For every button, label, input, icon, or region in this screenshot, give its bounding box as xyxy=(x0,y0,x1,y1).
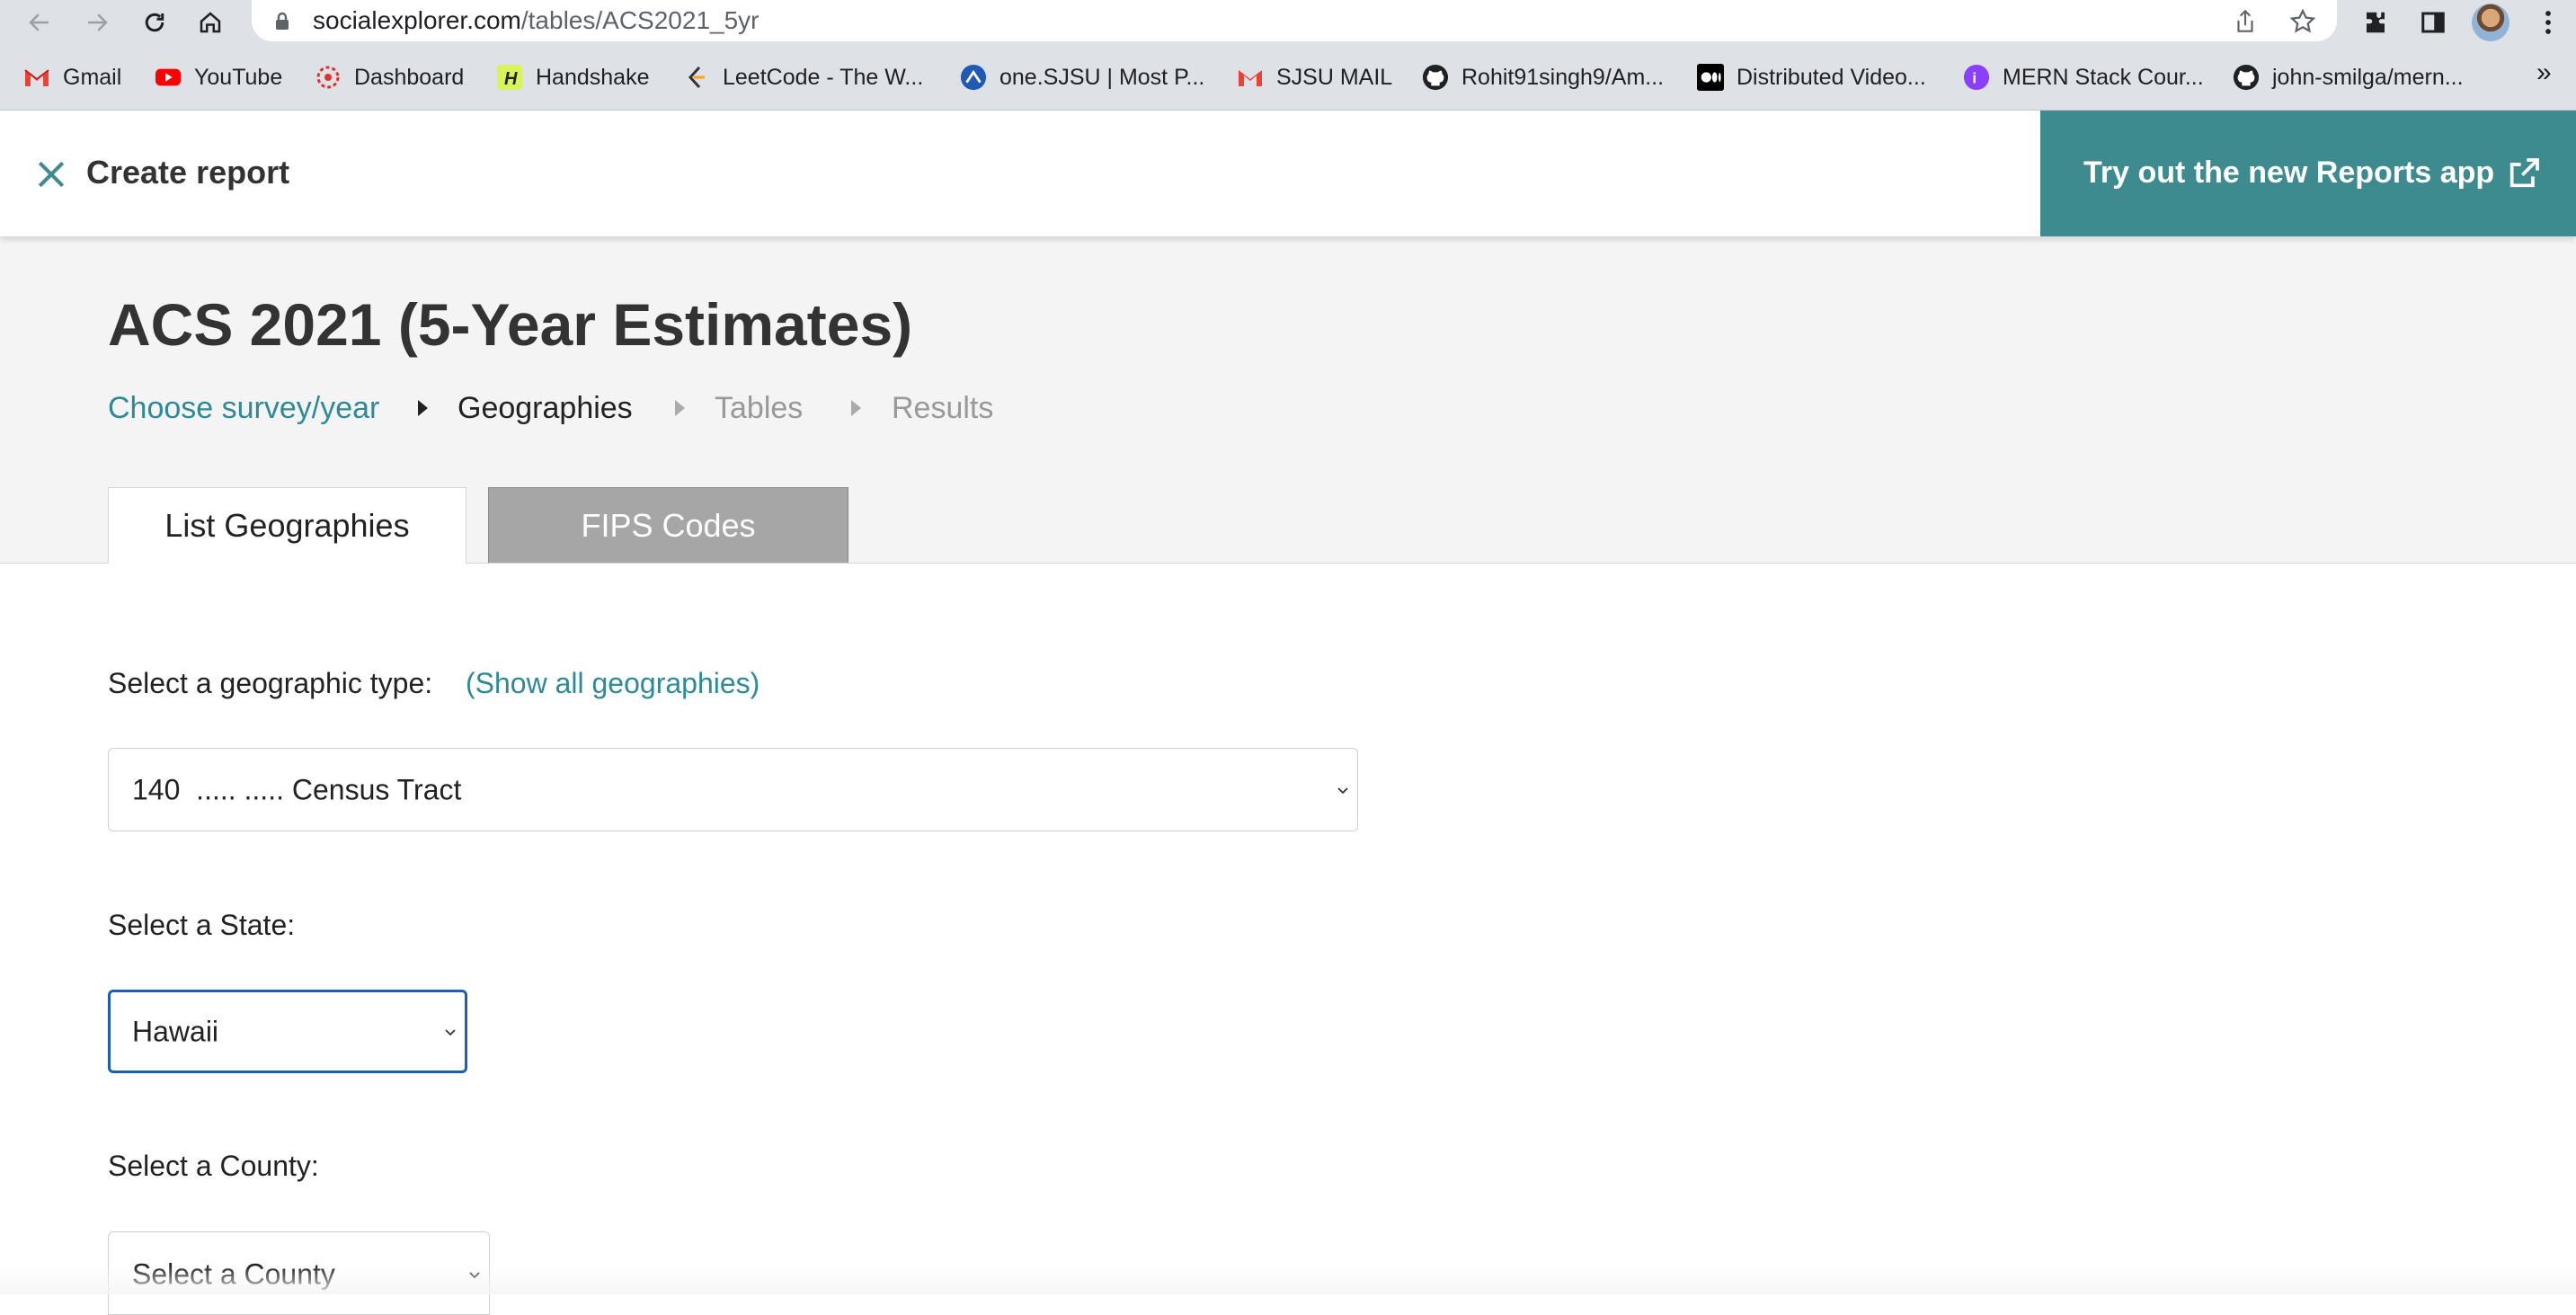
show-all-geographies-link[interactable]: (Show all geographies) xyxy=(466,667,759,700)
profile-avatar[interactable] xyxy=(2472,4,2509,41)
medium-icon xyxy=(1697,64,1724,91)
try-new-reports-label: Try out the new Reports app xyxy=(2083,155,2495,190)
geo-type-select[interactable]: 140 ..... ..... Census Tract xyxy=(108,748,1358,831)
forward-arrow-icon xyxy=(88,13,108,31)
bookmark-handshake[interactable]: H Handshake xyxy=(496,61,649,93)
home-icon xyxy=(200,12,221,33)
lock-icon xyxy=(276,12,289,30)
svg-text:i: i xyxy=(1972,70,1976,87)
breadcrumb-choose-survey[interactable]: Choose survey/year xyxy=(108,391,379,426)
share-icon[interactable] xyxy=(2229,5,2261,38)
github-icon xyxy=(2233,64,2260,91)
external-link-icon xyxy=(2509,158,2539,188)
scroll-fade xyxy=(0,1266,2576,1294)
side-panel-icon[interactable] xyxy=(2416,5,2450,40)
url-text: socialexplorer.com/tables/ACS2021_5yr xyxy=(313,6,759,34)
app-header: Create report Try out the new Reports ap… xyxy=(0,111,2576,236)
sjsu-icon xyxy=(960,64,987,91)
more-bookmarks-button[interactable]: » xyxy=(2536,58,2552,88)
address-bar[interactable]: socialexplorer.com/tables/ACS2021_5yr xyxy=(252,0,2337,41)
state-select[interactable]: Hawaii xyxy=(108,990,467,1073)
leetcode-icon xyxy=(683,64,710,91)
forward-button[interactable] xyxy=(79,4,115,40)
chevron-down-icon xyxy=(445,1028,456,1035)
tab-fips-codes[interactable]: FIPS Codes xyxy=(488,487,848,563)
county-label: Select a County: xyxy=(108,1150,319,1182)
bookmark-mern-course[interactable]: i MERN Stack Cour... xyxy=(1963,61,2204,93)
page-title: ACS 2021 (5-Year Estimates) xyxy=(108,291,913,358)
geo-type-label: Select a geographic type: xyxy=(108,667,433,699)
state-value: Hawaii xyxy=(132,1015,219,1047)
handshake-icon: H xyxy=(496,64,523,91)
reload-button[interactable] xyxy=(137,4,173,40)
back-button[interactable] xyxy=(22,4,58,40)
bookmark-leetcode[interactable]: LeetCode - The W... xyxy=(683,61,923,93)
extensions-icon[interactable] xyxy=(2358,5,2393,40)
breadcrumb-caret-icon xyxy=(418,400,428,416)
home-button[interactable] xyxy=(192,4,228,40)
breadcrumb-results: Results xyxy=(892,391,994,425)
gmail-icon xyxy=(23,64,50,91)
bookmark-distributed-video[interactable]: Distributed Video... xyxy=(1697,61,1926,93)
browser-menu-icon[interactable] xyxy=(2531,5,2565,40)
youtube-icon xyxy=(155,64,182,91)
page-header-band: ACS 2021 (5-Year Estimates) Choose surve… xyxy=(0,236,2576,564)
breadcrumb-geographies: Geographies xyxy=(457,391,633,425)
breadcrumb-caret-icon xyxy=(675,400,685,416)
bookmark-youtube[interactable]: YouTube xyxy=(155,61,282,93)
bookmark-github-rohit[interactable]: Rohit91singh9/Am... xyxy=(1422,61,1664,93)
bookmark-one-sjsu[interactable]: one.SJSU | Most P... xyxy=(960,61,1204,93)
course-icon: i xyxy=(1963,64,1990,91)
chevron-down-icon xyxy=(1337,786,1348,794)
close-icon[interactable] xyxy=(34,157,68,191)
bookmark-star-icon[interactable] xyxy=(2287,5,2319,38)
state-label: Select a State: xyxy=(108,909,296,941)
bookmark-dashboard[interactable]: Dashboard xyxy=(315,61,464,93)
gmail-icon xyxy=(1237,64,1264,91)
geo-type-value: 140 ..... ..... Census Tract xyxy=(132,773,462,805)
reload-icon xyxy=(145,13,164,32)
tab-list-geographies[interactable]: List Geographies xyxy=(108,487,466,564)
bookmark-gmail[interactable]: Gmail xyxy=(23,61,121,93)
breadcrumb-tables: Tables xyxy=(715,391,804,425)
try-new-reports-button[interactable]: Try out the new Reports app xyxy=(2040,111,2576,236)
dashboard-icon xyxy=(315,64,342,91)
back-arrow-icon xyxy=(29,13,49,31)
bookmark-sjsu-mail[interactable]: SJSU MAIL xyxy=(1237,61,1392,93)
create-report-title: Create report xyxy=(86,154,290,191)
svg-text:H: H xyxy=(504,69,518,89)
bookmarks-bar: Gmail YouTube Dashboard H Handshake Leet… xyxy=(0,45,2576,111)
browser-toolbar: socialexplorer.com/tables/ACS2021_5yr xyxy=(0,0,2576,45)
breadcrumb-caret-icon xyxy=(851,400,861,416)
bookmark-github-smilga[interactable]: john-smilga/mern... xyxy=(2233,61,2464,93)
github-icon xyxy=(1422,64,1449,91)
